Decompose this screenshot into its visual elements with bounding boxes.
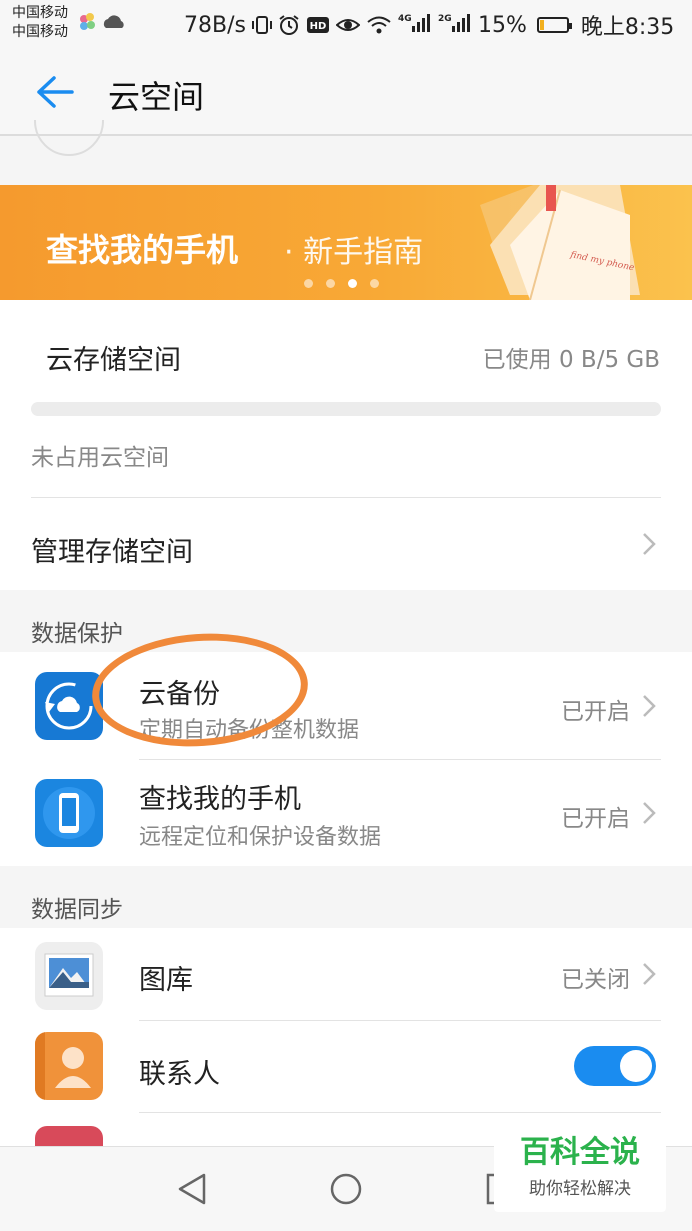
manage-storage-row[interactable]: 管理存储空间 <box>0 498 692 590</box>
promo-banner[interactable]: 查找我的手机 · 新手指南 find my phone <box>0 185 692 300</box>
storage-label: 云存储空间 <box>46 345 181 376</box>
chevron-right-icon <box>642 694 656 718</box>
banner-title: 查找我的手机 <box>46 231 239 269</box>
row-subtitle: 远程定位和保护设备数据 <box>139 825 382 850</box>
avatar[interactable] <box>34 120 104 156</box>
row-title: 云备份 <box>139 679 220 710</box>
list-item-find-phone[interactable]: 查找我的手机 远程定位和保护设备数据 已开启 <box>0 759 692 866</box>
page-title: 云空间 <box>108 78 205 116</box>
signal-2g-icon: 2G <box>438 13 470 32</box>
gallery-icon <box>35 942 103 1010</box>
contacts-sync-toggle[interactable] <box>574 1046 656 1086</box>
page-dot <box>304 279 313 288</box>
app-notification-icon <box>80 13 124 30</box>
watermark: 百科全说 助你轻松解决 <box>494 1120 666 1212</box>
carrier-labels: 中国移动 中国移动 <box>12 4 68 42</box>
watermark-subtitle: 助你轻松解决 <box>529 1179 631 1199</box>
list-item-contacts[interactable]: 联系人 <box>0 1020 692 1112</box>
storage-used: 已使用 0 B/5 GB <box>482 347 660 373</box>
list-item-cloud-backup[interactable]: 云备份 定期自动备份整机数据 已开启 <box>0 652 692 759</box>
signal-4g-icon: 4G <box>398 13 430 32</box>
section-header-data-sync: 数据同步 <box>31 897 123 923</box>
contacts-icon <box>35 1032 103 1100</box>
status-right: 78B/s HD 4G 2G 15% 晚上8:35 <box>184 9 674 41</box>
row-status: 已关闭 <box>561 967 630 993</box>
row-status: 已开启 <box>561 699 630 725</box>
banner-page-indicator <box>304 279 379 288</box>
battery-level <box>539 20 544 30</box>
banner-subtitle: · 新手指南 <box>284 235 424 270</box>
chevron-right-icon <box>642 962 656 986</box>
data-sync-list: 图库 已关闭 联系人 <box>0 928 692 1146</box>
page-dot <box>326 279 335 288</box>
row-subtitle: 定期自动备份整机数据 <box>139 718 360 743</box>
app-icon[interactable] <box>35 1126 103 1146</box>
data-protection-list: 云备份 定期自动备份整机数据 已开启 查找我的手机 远程定位和保护设备数据 已开… <box>0 652 692 866</box>
network-type-1: 4G <box>398 14 412 24</box>
svg-text:HD: HD <box>310 21 327 32</box>
back-arrow-icon[interactable] <box>34 74 74 110</box>
row-title: 图库 <box>139 965 193 996</box>
alarm-icon <box>279 15 299 35</box>
network-speed: 78B/s <box>184 12 246 38</box>
storage-card: 云存储空间 已使用 0 B/5 GB 未占用云空间 管理存储空间 <box>0 300 692 590</box>
chevron-right-icon <box>642 801 656 825</box>
row-title: 联系人 <box>139 1059 220 1090</box>
toggle-knob <box>620 1050 652 1082</box>
list-item-gallery[interactable]: 图库 已关闭 <box>0 928 692 1020</box>
watermark-title: 百科全说 <box>520 1135 640 1170</box>
row-status: 已开启 <box>561 806 630 832</box>
signal-2: 2G <box>438 12 472 39</box>
storage-progress-bar <box>31 402 661 416</box>
divider <box>139 1112 661 1113</box>
status-bar: 中国移动 中国移动 78B/s HD 4G 2G 15% 晚上8:35 <box>0 0 692 48</box>
page-dot <box>370 279 379 288</box>
hd-icon: HD <box>306 17 329 33</box>
signal-1: 4G <box>398 12 432 39</box>
network-type-2: 2G <box>438 14 452 24</box>
eye-icon <box>335 19 360 31</box>
nav-home-icon[interactable] <box>326 1169 366 1209</box>
battery-icon <box>536 17 572 33</box>
clock: 晚上8:35 <box>580 15 675 40</box>
book-illustration-icon: find my phone <box>480 185 640 300</box>
notification-icons <box>78 12 130 38</box>
chevron-right-icon <box>642 532 656 556</box>
carrier-1: 中国移动 <box>12 5 68 21</box>
wifi-icon <box>367 16 391 34</box>
manage-storage-label: 管理存储空间 <box>31 537 193 568</box>
cloud-backup-icon <box>35 672 103 740</box>
section-header-data-protection: 数据保护 <box>31 621 123 647</box>
vibrate-icon <box>251 16 272 34</box>
row-title: 查找我的手机 <box>139 784 301 815</box>
battery-percent: 15% <box>477 12 527 38</box>
page-dot <box>348 279 357 288</box>
find-phone-icon <box>35 779 103 847</box>
free-space-label: 未占用云空间 <box>31 445 169 471</box>
nav-back-icon[interactable] <box>172 1169 212 1209</box>
carrier-2: 中国移动 <box>12 24 68 40</box>
